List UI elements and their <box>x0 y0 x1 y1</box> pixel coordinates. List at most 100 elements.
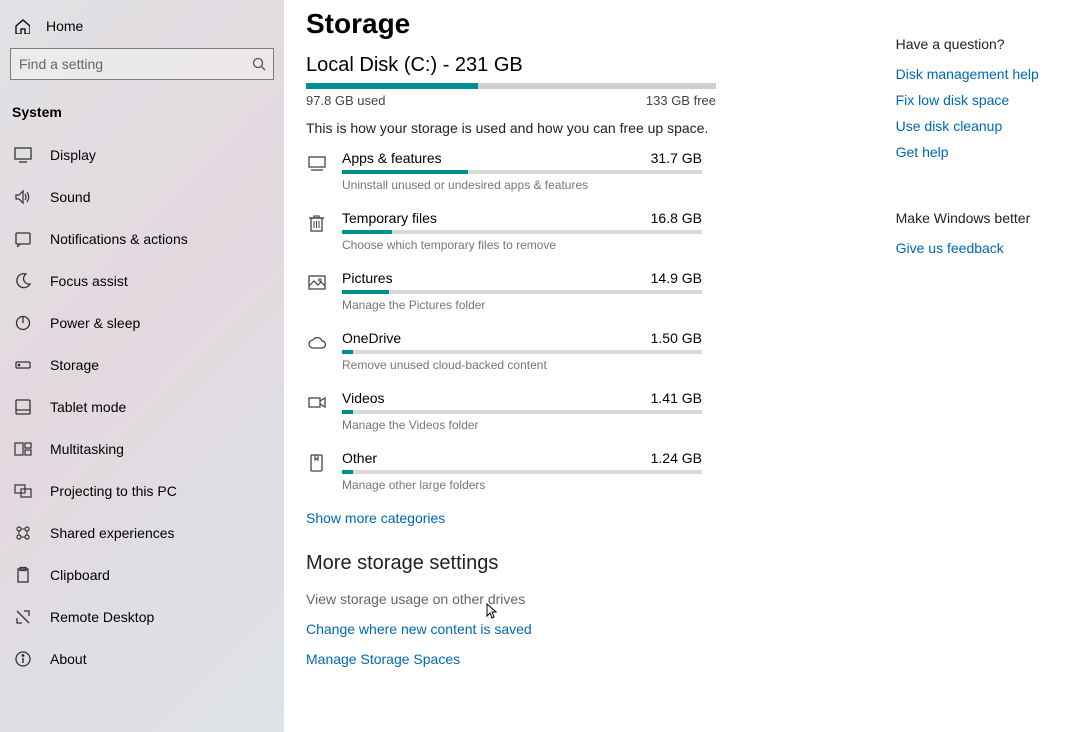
other-icon <box>306 452 328 474</box>
sidebar-item-label: Multitasking <box>50 441 124 457</box>
storage-category-onedrive[interactable]: OneDrive 1.50 GB Remove unused cloud-back… <box>306 330 876 372</box>
tablet-icon <box>14 398 32 416</box>
sidebar-item-label: Clipboard <box>50 567 110 583</box>
category-bar <box>342 290 702 294</box>
category-size: 1.41 GB <box>651 390 702 406</box>
category-subtext: Uninstall unused or undesired apps & fea… <box>342 178 876 192</box>
search-input[interactable] <box>10 48 274 80</box>
change-save-location-link[interactable]: Change where new content is saved <box>306 621 876 637</box>
disk-title: Local Disk (C:) - 231 GB <box>306 54 876 77</box>
better-heading: Make Windows better <box>896 210 1070 226</box>
sidebar-item-label: About <box>50 651 87 667</box>
main-area: Storage Local Disk (C:) - 231 GB 97.8 GB… <box>284 0 1080 732</box>
storage-category-temporary-files[interactable]: Temporary files 16.8 GB Choose which temp… <box>306 210 876 252</box>
category-size: 1.50 GB <box>651 330 702 346</box>
home-button[interactable]: Home <box>0 10 284 42</box>
remote-icon <box>14 608 32 626</box>
trash-icon <box>306 212 328 234</box>
category-subtext: Manage the Pictures folder <box>342 298 876 312</box>
sidebar-item-multitasking[interactable]: Multitasking <box>0 428 284 470</box>
display-icon <box>14 146 32 164</box>
sidebar-item-label: Notifications & actions <box>50 231 188 247</box>
category-subtext: Remove unused cloud-backed content <box>342 358 876 372</box>
storage-category-videos[interactable]: Videos 1.41 GB Manage the Videos folder <box>306 390 876 432</box>
clipboard-icon <box>14 566 32 584</box>
category-subtext: Manage other large folders <box>342 478 876 492</box>
help-aside: Have a question? Disk management help Fix… <box>886 0 1080 732</box>
sidebar-item-label: Projecting to this PC <box>50 483 177 499</box>
storage-category-pictures[interactable]: Pictures 14.9 GB Manage the Pictures fold… <box>306 270 876 312</box>
sidebar-item-notifications-actions[interactable]: Notifications & actions <box>0 218 284 260</box>
free-label: 133 GB free <box>646 93 716 108</box>
sidebar-item-label: Remote Desktop <box>50 609 154 625</box>
category-size: 14.9 GB <box>651 270 702 286</box>
category-size: 1.24 GB <box>651 450 702 466</box>
home-label: Home <box>46 18 83 34</box>
storage-category-other[interactable]: Other 1.24 GB Manage other large folders <box>306 450 876 492</box>
sidebar-item-label: Focus assist <box>50 273 128 289</box>
help-link-use-disk-cleanup[interactable]: Use disk cleanup <box>896 118 1070 134</box>
category-bar <box>342 350 702 354</box>
category-bar <box>342 170 702 174</box>
storage-category-apps-features[interactable]: Apps & features 31.7 GB Uninstall unused … <box>306 150 876 192</box>
sidebar-item-projecting-to-this-pc[interactable]: Projecting to this PC <box>0 470 284 512</box>
help-link-get-help[interactable]: Get help <box>896 144 1070 160</box>
category-subtext: Choose which temporary files to remove <box>342 238 876 252</box>
sidebar-item-label: Shared experiences <box>50 525 175 541</box>
sound-icon <box>14 188 32 206</box>
page-title: Storage <box>306 8 876 40</box>
sidebar-item-label: Tablet mode <box>50 399 126 415</box>
view-other-drives-link[interactable]: View storage usage on other drives <box>306 591 876 607</box>
sidebar-item-label: Power & sleep <box>50 315 140 331</box>
category-bar <box>342 470 702 474</box>
category-bar <box>342 410 702 414</box>
sidebar-item-focus-assist[interactable]: Focus assist <box>0 260 284 302</box>
storage-description: This is how your storage is used and how… <box>306 120 876 136</box>
search-icon <box>252 57 266 71</box>
help-link-fix-low-disk-space[interactable]: Fix low disk space <box>896 92 1070 108</box>
sidebar-item-remote-desktop[interactable]: Remote Desktop <box>0 596 284 638</box>
category-name: Other <box>342 450 377 466</box>
storage-icon <box>14 356 32 374</box>
category-size: 31.7 GB <box>651 150 702 166</box>
sidebar-item-tablet-mode[interactable]: Tablet mode <box>0 386 284 428</box>
used-label: 97.8 GB used <box>306 93 386 108</box>
sidebar-item-display[interactable]: Display <box>0 134 284 176</box>
sidebar-item-label: Display <box>50 147 96 163</box>
help-link-disk-management-help[interactable]: Disk management help <box>896 66 1070 82</box>
manage-storage-spaces-link[interactable]: Manage Storage Spaces <box>306 651 876 667</box>
sidebar-item-shared-experiences[interactable]: Shared experiences <box>0 512 284 554</box>
moon-icon <box>14 272 32 290</box>
sidebar-item-storage[interactable]: Storage <box>0 344 284 386</box>
more-settings-heading: More storage settings <box>306 552 876 575</box>
power-icon <box>14 314 32 332</box>
category-name: Temporary files <box>342 210 437 226</box>
feedback-link[interactable]: Give us feedback <box>896 240 1070 256</box>
sidebar-group-title: System <box>0 90 284 134</box>
notifications-icon <box>14 230 32 248</box>
disk-usage-bar <box>306 83 716 89</box>
question-heading: Have a question? <box>896 36 1070 52</box>
category-subtext: Manage the Videos folder <box>342 418 876 432</box>
cloud-icon <box>306 332 328 354</box>
info-icon <box>14 650 32 668</box>
category-bar <box>342 230 702 234</box>
category-name: Pictures <box>342 270 393 286</box>
sidebar-item-label: Sound <box>50 189 90 205</box>
project-icon <box>14 482 32 500</box>
sidebar-item-clipboard[interactable]: Clipboard <box>0 554 284 596</box>
multitask-icon <box>14 440 32 458</box>
sidebar-item-label: Storage <box>50 357 99 373</box>
settings-sidebar: Home System Display Sound Notifications & … <box>0 0 284 732</box>
category-name: Apps & features <box>342 150 442 166</box>
category-name: OneDrive <box>342 330 401 346</box>
share-icon <box>14 524 32 542</box>
sidebar-item-about[interactable]: About <box>0 638 284 680</box>
search-box <box>10 48 274 80</box>
sidebar-item-power-sleep[interactable]: Power & sleep <box>0 302 284 344</box>
category-size: 16.8 GB <box>651 210 702 226</box>
apps-icon <box>306 152 328 174</box>
show-more-categories-link[interactable]: Show more categories <box>306 510 876 526</box>
category-name: Videos <box>342 390 385 406</box>
sidebar-item-sound[interactable]: Sound <box>0 176 284 218</box>
